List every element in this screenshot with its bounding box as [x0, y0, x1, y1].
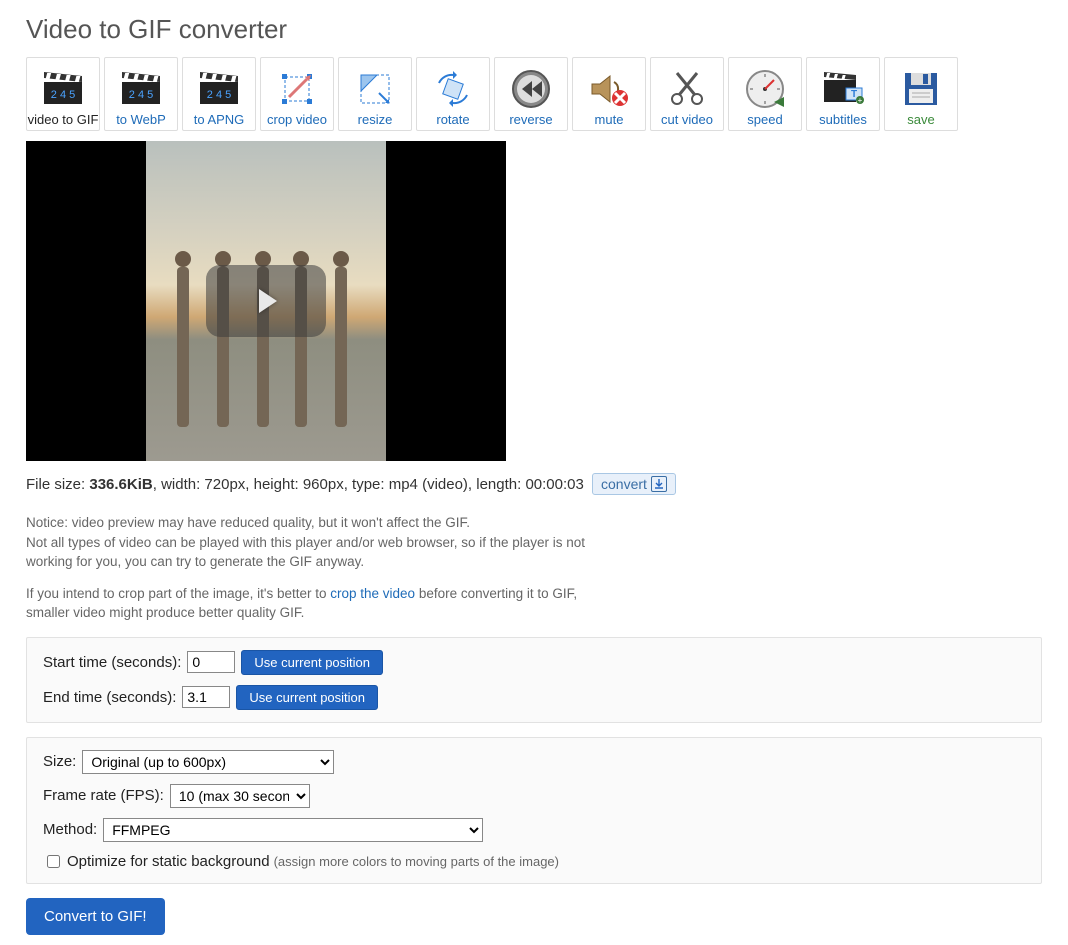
tool-rotate[interactable]: rotate	[416, 57, 490, 131]
svg-text:2 4 5: 2 4 5	[51, 89, 75, 101]
end-time-label: End time (seconds):	[43, 689, 176, 706]
method-select[interactable]: FFMPEG	[103, 818, 483, 842]
optimize-checkbox[interactable]	[47, 855, 60, 868]
cut-icon	[665, 67, 709, 111]
method-label: Method:	[43, 821, 97, 838]
notice-block: Notice: video preview may have reduced q…	[26, 513, 586, 623]
tool-label: cut video	[661, 113, 713, 126]
tool-label: crop video	[267, 113, 327, 126]
use-current-start-button[interactable]: Use current position	[241, 650, 383, 675]
clapper-245-icon: 2 4 5	[41, 67, 85, 111]
tool-label: resize	[358, 113, 393, 126]
fps-label: Frame rate (FPS):	[43, 787, 164, 804]
play-icon	[249, 284, 283, 318]
notice-line-1: Notice: video preview may have reduced q…	[26, 513, 586, 572]
convert-label: convert	[601, 476, 647, 492]
tool-label: to WebP	[116, 113, 166, 126]
file-dimensions: , width: 720px, height: 960px, type: mp4…	[153, 476, 588, 493]
start-time-label: Start time (seconds):	[43, 654, 181, 671]
speed-icon	[743, 67, 787, 111]
download-icon	[651, 476, 667, 492]
tool-label: subtitles	[819, 113, 867, 126]
convert-to-gif-button[interactable]: Convert to GIF!	[26, 898, 165, 935]
svg-text:2 4 5: 2 4 5	[129, 89, 153, 101]
options-panel: Size: Original (up to 600px) Frame rate …	[26, 737, 1042, 884]
mute-icon	[587, 67, 631, 111]
tool-label: reverse	[509, 113, 552, 126]
tool-to-webp[interactable]: 2 4 5 to WebP	[104, 57, 178, 131]
file-meta: File size: 336.6KiB, width: 720px, heigh…	[26, 473, 1042, 495]
svg-text:T: T	[851, 89, 857, 100]
svg-text:+: +	[858, 96, 863, 105]
svg-text:2 4 5: 2 4 5	[207, 89, 231, 101]
rotate-icon	[431, 67, 475, 111]
file-size-value: 336.6KiB	[89, 476, 152, 493]
clapper-245-icon: 2 4 5	[197, 67, 241, 111]
clapper-245-icon: 2 4 5	[119, 67, 163, 111]
save-icon	[899, 67, 943, 111]
optimize-label: Optimize for static background	[67, 853, 270, 870]
notice-line-2a: If you intend to crop part of the image,…	[26, 586, 330, 601]
size-select[interactable]: Original (up to 600px)	[82, 750, 334, 774]
tool-label: save	[907, 113, 934, 126]
tool-label: rotate	[436, 113, 469, 126]
tool-reverse[interactable]: reverse	[494, 57, 568, 131]
tool-to-apng[interactable]: 2 4 5 to APNG	[182, 57, 256, 131]
tool-label: to APNG	[194, 113, 245, 126]
page-title: Video to GIF converter	[26, 14, 1042, 45]
reverse-icon	[509, 67, 553, 111]
crop-video-link[interactable]: crop the video	[330, 586, 415, 601]
end-time-input[interactable]	[182, 686, 230, 708]
size-label: Size:	[43, 753, 76, 770]
file-size-label: File size:	[26, 476, 89, 493]
tool-cut-video[interactable]: cut video	[650, 57, 724, 131]
tool-video-to-gif[interactable]: 2 4 5 video to GIF	[26, 57, 100, 131]
start-time-input[interactable]	[187, 651, 235, 673]
tool-resize[interactable]: resize	[338, 57, 412, 131]
video-preview[interactable]	[26, 141, 506, 461]
tool-mute[interactable]: mute	[572, 57, 646, 131]
tool-save[interactable]: save	[884, 57, 958, 131]
tool-label: video to GIF	[28, 113, 99, 126]
optimize-hint: (assign more colors to moving parts of t…	[274, 854, 559, 869]
tool-crop-video[interactable]: crop video	[260, 57, 334, 131]
tool-label: speed	[747, 113, 782, 126]
resize-icon	[353, 67, 397, 111]
use-current-end-button[interactable]: Use current position	[236, 685, 378, 710]
convert-button[interactable]: convert	[592, 473, 676, 495]
crop-icon	[275, 67, 319, 111]
play-button[interactable]	[206, 265, 326, 337]
subtitles-icon: T+	[821, 67, 865, 111]
tool-speed[interactable]: speed	[728, 57, 802, 131]
toolbar: 2 4 5 video to GIF 2 4 5 to WebP 2 4 5 to APN…	[26, 57, 1042, 131]
tool-label: mute	[595, 113, 624, 126]
time-panel: Start time (seconds): Use current positi…	[26, 637, 1042, 723]
tool-subtitles[interactable]: T+ subtitles	[806, 57, 880, 131]
fps-select[interactable]: 10 (max 30 seconds)	[170, 784, 310, 808]
